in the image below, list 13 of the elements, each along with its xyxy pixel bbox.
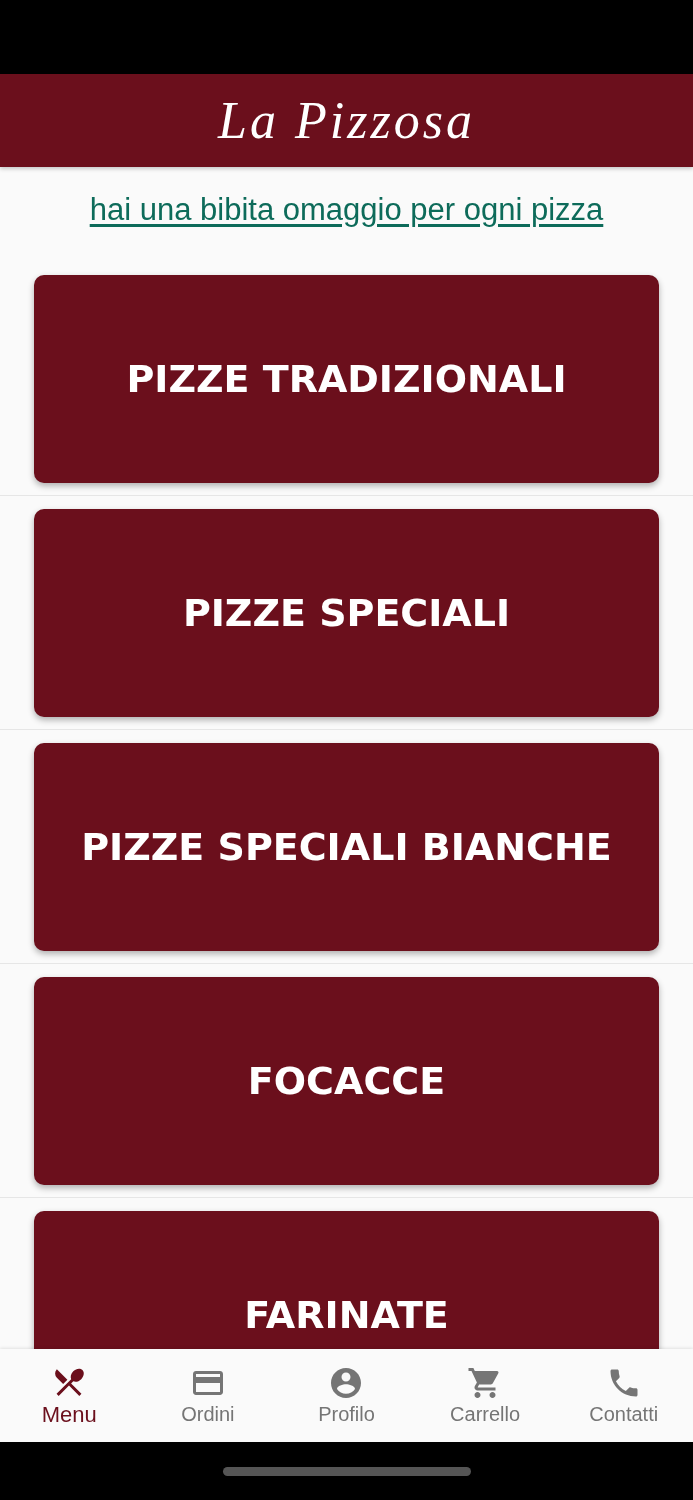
nav-tab[interactable]: Carrello [415,1349,555,1442]
category-button[interactable]: PIZZE SPECIALI BIANCHE [34,743,659,951]
category-button[interactable]: FOCACCE [34,977,659,1185]
nav-tab[interactable]: Menu [0,1349,139,1442]
category-button[interactable]: PIZZE TRADIZIONALI [34,275,659,483]
nav-tab[interactable]: Ordini [138,1349,278,1442]
nav-tab[interactable]: Contatti [554,1349,693,1442]
category-button[interactable]: PIZZE SPECIALI [34,509,659,717]
nav-tab[interactable]: Profilo [277,1349,416,1442]
category-button[interactable]: FARINATE [34,1211,659,1349]
promo-link[interactable]: hai una bibita omaggio per ogni pizza [89,191,604,228]
logo: La Pizzosa [218,91,475,150]
home-indicator[interactable] [222,1466,471,1476]
